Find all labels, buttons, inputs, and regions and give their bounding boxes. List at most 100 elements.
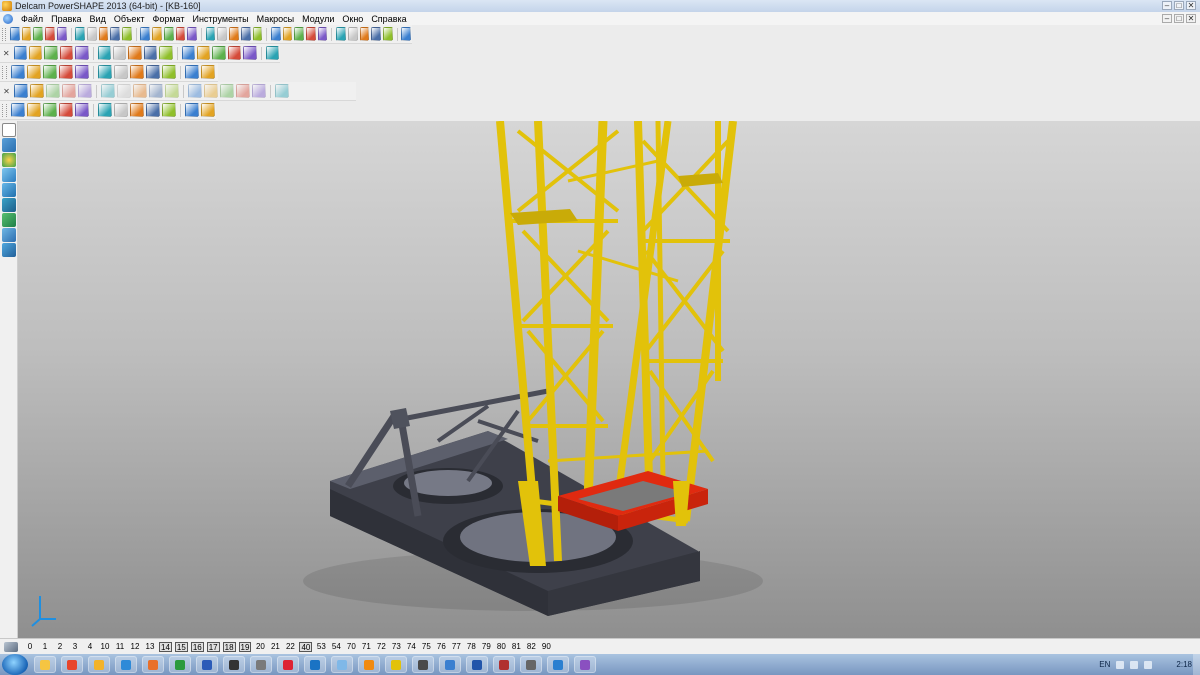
wrench-icon[interactable] bbox=[401, 27, 412, 41]
solid-create-icon[interactable] bbox=[1, 228, 16, 242]
sphere-icon[interactable] bbox=[75, 65, 89, 79]
tree-icon[interactable] bbox=[275, 84, 289, 98]
revolve-icon[interactable] bbox=[204, 84, 218, 98]
fillet-icon[interactable] bbox=[101, 84, 115, 98]
menu-help[interactable]: Справка bbox=[367, 14, 410, 24]
menu-tools[interactable]: Инструменты bbox=[188, 14, 252, 24]
loft-icon[interactable] bbox=[236, 84, 250, 98]
level-0[interactable]: 0 bbox=[24, 642, 36, 652]
excel-icon[interactable] bbox=[169, 656, 191, 673]
box-icon[interactable] bbox=[75, 103, 89, 117]
level-76[interactable]: 76 bbox=[435, 642, 447, 652]
select-icon[interactable] bbox=[294, 27, 305, 41]
dynamic-icon[interactable] bbox=[265, 46, 279, 60]
tray-flag-icon[interactable] bbox=[1116, 660, 1125, 669]
doc-close-button[interactable]: ✕ bbox=[1186, 14, 1196, 23]
menu-format[interactable]: Формат bbox=[149, 14, 189, 24]
boolean-icon[interactable] bbox=[149, 84, 163, 98]
level-80[interactable]: 80 bbox=[495, 642, 507, 652]
export-icon[interactable] bbox=[201, 65, 215, 79]
game-icon[interactable] bbox=[493, 656, 515, 673]
info-icon[interactable] bbox=[162, 65, 176, 79]
spray-icon[interactable] bbox=[382, 27, 393, 41]
toolbar-close-icon[interactable]: ✕ bbox=[2, 49, 11, 58]
toolbar-grip[interactable] bbox=[2, 65, 7, 79]
model-viewport[interactable] bbox=[18, 121, 1200, 638]
level-71[interactable]: 71 bbox=[360, 642, 372, 652]
level-14[interactable]: 14 bbox=[159, 641, 172, 652]
redo-icon[interactable] bbox=[252, 27, 263, 41]
undo-icon[interactable] bbox=[240, 27, 251, 41]
import-icon[interactable] bbox=[181, 46, 195, 60]
info-icon[interactable] bbox=[159, 46, 173, 60]
save-app-icon[interactable] bbox=[466, 656, 488, 673]
doc-minimize-button[interactable]: – bbox=[1162, 14, 1172, 23]
solid-c-icon[interactable] bbox=[78, 84, 92, 98]
document-icon[interactable] bbox=[3, 13, 13, 24]
start-button[interactable] bbox=[2, 654, 28, 675]
layers-icon[interactable] bbox=[1, 138, 16, 152]
level-11[interactable]: 11 bbox=[114, 642, 126, 652]
sphere-create-icon[interactable] bbox=[1, 153, 16, 167]
tools-icon[interactable] bbox=[347, 27, 358, 41]
grid-icon[interactable] bbox=[11, 65, 25, 79]
level-2[interactable]: 2 bbox=[54, 642, 66, 652]
app-icon[interactable] bbox=[412, 656, 434, 673]
tray-volume-icon[interactable] bbox=[1144, 660, 1153, 669]
menu-window[interactable]: Окно bbox=[338, 14, 367, 24]
photoshop-icon[interactable] bbox=[304, 656, 326, 673]
curve-create-icon[interactable] bbox=[1, 213, 16, 227]
toolbar-close-icon[interactable]: ✕ bbox=[2, 87, 11, 96]
level-73[interactable]: 73 bbox=[390, 642, 402, 652]
paint-icon[interactable] bbox=[277, 656, 299, 673]
level-54[interactable]: 54 bbox=[330, 642, 342, 652]
folder-icon[interactable] bbox=[88, 656, 110, 673]
export-icon[interactable] bbox=[196, 46, 211, 60]
arrow-icon[interactable] bbox=[112, 46, 127, 60]
zoom-icon[interactable] bbox=[140, 27, 151, 41]
rotate-icon[interactable] bbox=[227, 46, 242, 60]
play-icon[interactable] bbox=[98, 65, 112, 79]
paste-icon[interactable] bbox=[110, 27, 121, 41]
new-icon[interactable] bbox=[21, 27, 32, 41]
plate-icon[interactable] bbox=[114, 103, 128, 117]
maximize-button[interactable]: □ bbox=[1174, 1, 1184, 10]
cube-icon[interactable] bbox=[44, 46, 58, 60]
gear-icon[interactable] bbox=[162, 103, 176, 117]
level-1[interactable]: 1 bbox=[39, 642, 51, 652]
media-icon[interactable] bbox=[115, 656, 137, 673]
cylinder-icon[interactable] bbox=[43, 103, 57, 117]
import-icon[interactable] bbox=[185, 65, 199, 79]
plane-create-icon[interactable] bbox=[1, 183, 16, 197]
arrow-icon[interactable] bbox=[114, 65, 128, 79]
show-desktop-button[interactable] bbox=[1193, 654, 1200, 675]
level-22[interactable]: 22 bbox=[284, 642, 296, 652]
level-79[interactable]: 79 bbox=[480, 642, 492, 652]
view-icon[interactable] bbox=[187, 27, 197, 41]
clock[interactable]: 2:18 bbox=[1176, 660, 1192, 669]
cone-icon[interactable] bbox=[59, 103, 73, 117]
terminal-icon[interactable] bbox=[223, 656, 245, 673]
toolbar-grip[interactable] bbox=[2, 27, 6, 41]
extrude-icon[interactable] bbox=[188, 84, 202, 98]
level-75[interactable]: 75 bbox=[420, 642, 432, 652]
language-indicator[interactable]: EN bbox=[1099, 660, 1110, 669]
shading-icon[interactable] bbox=[205, 27, 216, 41]
solid-b-icon[interactable] bbox=[62, 84, 76, 98]
menu-object[interactable]: Объект bbox=[110, 14, 149, 24]
level-72[interactable]: 72 bbox=[375, 642, 387, 652]
redo-icon[interactable] bbox=[75, 27, 85, 41]
menu-view[interactable]: Вид bbox=[86, 14, 110, 24]
curve-icon[interactable] bbox=[317, 27, 328, 41]
close-button[interactable]: ✕ bbox=[1186, 1, 1196, 10]
level-77[interactable]: 77 bbox=[450, 642, 462, 652]
hand-icon[interactable] bbox=[229, 27, 239, 41]
mesh-icon[interactable] bbox=[59, 65, 73, 79]
cube-create-icon[interactable] bbox=[1, 168, 16, 182]
app5-icon[interactable] bbox=[574, 656, 596, 673]
firefox-icon[interactable] bbox=[142, 656, 164, 673]
circle-icon[interactable] bbox=[306, 27, 316, 41]
zoom-out-icon[interactable] bbox=[163, 27, 174, 41]
edit-icon[interactable] bbox=[146, 103, 160, 117]
layers-icon[interactable] bbox=[371, 27, 381, 41]
